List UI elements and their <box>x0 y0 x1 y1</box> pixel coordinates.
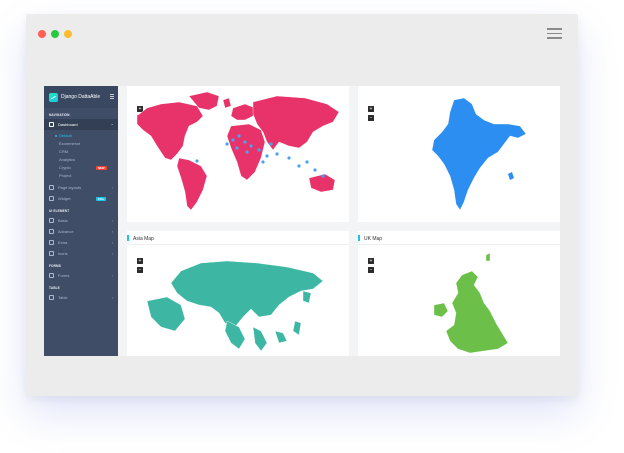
sidebar-item-label: Advance <box>58 229 74 234</box>
sidebar-item-icons[interactable]: Icons › <box>44 248 118 259</box>
sidebar-item-label: Page layouts <box>58 185 82 190</box>
india-map[interactable] <box>358 86 560 222</box>
sidebar-item-label: Extra <box>58 240 68 245</box>
brand-bar: Django DattaAble <box>44 86 118 108</box>
asia-map[interactable] <box>127 231 349 356</box>
chevron-right-icon: › <box>111 218 113 223</box>
sidebar-item-label: Widget <box>58 196 71 201</box>
widget-icon <box>49 196 54 201</box>
logo-icon <box>49 92 58 102</box>
sidebar-item-extra[interactable]: Extra › <box>44 237 118 248</box>
sidebar-item-advance[interactable]: Advance › <box>44 226 118 237</box>
sidebar: Django DattaAble NAVIGATION Dashboard › … <box>44 86 118 356</box>
world-map-card: + − <box>127 86 349 222</box>
submenu-item-ecommerce[interactable]: Ecommerce <box>44 140 118 148</box>
uk-map[interactable] <box>358 231 560 356</box>
sidebar-item-label: Table <box>58 295 68 300</box>
chevron-right-icon: › <box>111 273 113 278</box>
submenu-item-crypto[interactable]: Crypto NEW <box>44 164 118 172</box>
submenu-item-crm[interactable]: CRM <box>44 148 118 156</box>
sidebar-item-dashboard[interactable]: Dashboard › <box>44 119 118 130</box>
hamburger-menu-icon[interactable] <box>547 28 562 42</box>
chevron-right-icon: › <box>111 229 113 234</box>
minimize-window-dot[interactable] <box>64 30 72 38</box>
chevron-down-icon: › <box>109 123 115 126</box>
asia-map-card: Asia Map + − <box>127 231 349 356</box>
submenu-item-label: Crypto <box>59 165 71 170</box>
nav-section-table: TABLE <box>49 286 60 290</box>
feather-icon <box>49 251 54 256</box>
package-icon <box>49 240 54 245</box>
sidebar-item-basic[interactable]: Basic › <box>44 215 118 226</box>
chevron-right-icon: › <box>111 185 113 190</box>
browser-window: Django DattaAble NAVIGATION Dashboard › … <box>26 14 578 396</box>
sidebar-item-page-layouts[interactable]: Page layouts › <box>44 182 118 193</box>
new-badge: NEW <box>96 165 107 170</box>
sidebar-item-label: Icons <box>58 251 68 256</box>
world-map[interactable] <box>127 86 349 222</box>
nav-section-forms: FORMS <box>49 264 62 268</box>
submenu-item-analytics[interactable]: Analytics <box>44 156 118 164</box>
sidebar-item-label: Forms <box>58 273 70 278</box>
sidebar-item-table[interactable]: Table › <box>44 292 118 303</box>
nav-section-navigation: NAVIGATION <box>49 113 70 117</box>
chevron-right-icon: › <box>111 251 113 256</box>
count-badge: 100+ <box>96 196 107 201</box>
gift-icon <box>49 229 54 234</box>
sidebar-toggle-icon[interactable] <box>110 94 114 99</box>
submenu-item-project[interactable]: Project <box>44 172 118 180</box>
sidebar-item-label: Dashboard <box>58 122 78 127</box>
chevron-right-icon: › <box>111 295 113 300</box>
sidebar-item-forms[interactable]: Forms › <box>44 270 118 281</box>
uk-map-card: UK Map + − <box>358 231 560 356</box>
chevron-right-icon: › <box>111 240 113 245</box>
india-map-card: + − <box>358 86 560 222</box>
maximize-window-dot[interactable] <box>51 30 59 38</box>
layout-icon <box>49 185 54 190</box>
app-viewport: Django DattaAble NAVIGATION Dashboard › … <box>44 86 560 356</box>
server-icon <box>49 295 54 300</box>
nav-section-ui-element: UI ELEMENT <box>49 209 70 213</box>
box-icon <box>49 218 54 223</box>
close-window-dot[interactable] <box>38 30 46 38</box>
brand-name: Django DattaAble <box>61 94 101 100</box>
home-icon <box>49 122 54 127</box>
sidebar-item-label: Basic <box>58 218 68 223</box>
file-text-icon <box>49 273 54 278</box>
submenu-item-default[interactable]: Default <box>44 132 118 140</box>
sidebar-item-widget[interactable]: Widget 100+ <box>44 193 118 204</box>
